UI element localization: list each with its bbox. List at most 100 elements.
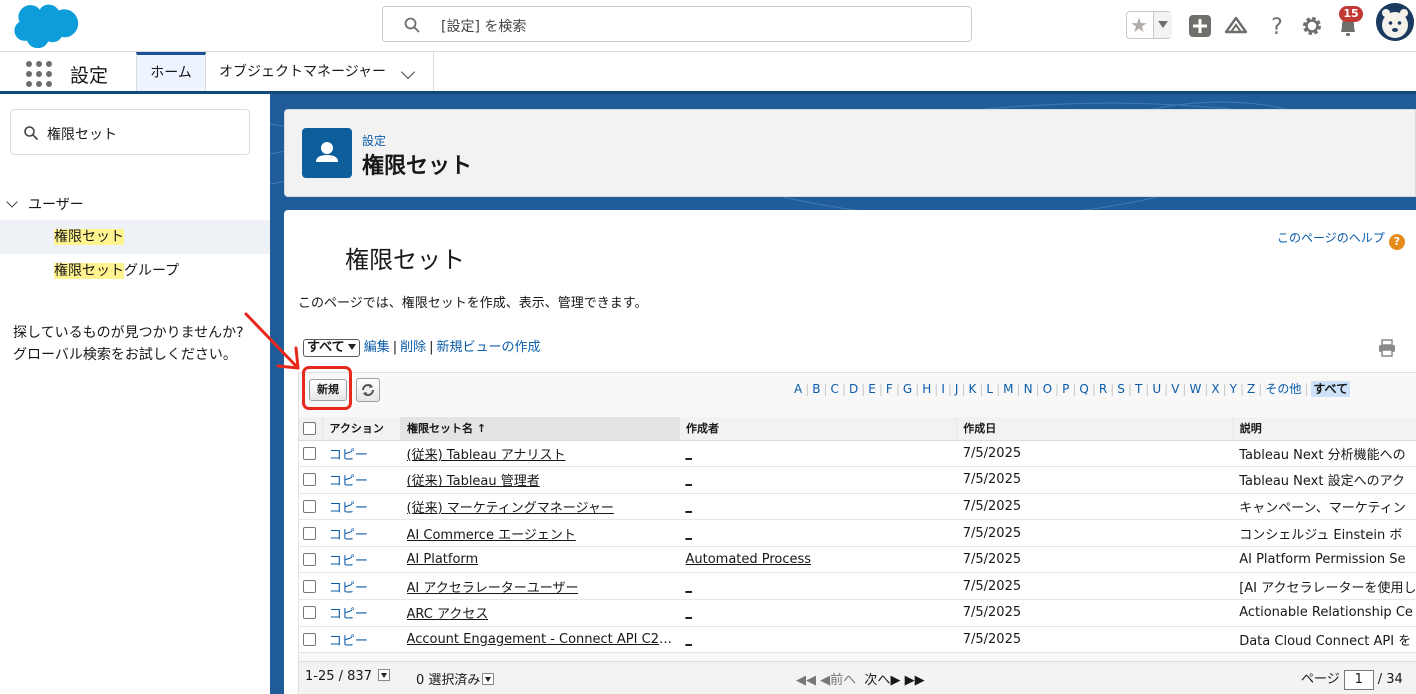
alpha-filter-item[interactable]: C — [831, 382, 839, 396]
alpha-filter-item[interactable]: M — [1003, 382, 1013, 396]
alpha-filter-item[interactable]: B — [812, 382, 820, 396]
copy-link[interactable]: コピー — [329, 581, 368, 596]
add-icon[interactable] — [1188, 14, 1212, 38]
refresh-button[interactable] — [356, 378, 380, 402]
created-by-link[interactable]: _ — [685, 605, 692, 620]
range-dropdown[interactable] — [378, 669, 391, 681]
alpha-filter-item[interactable]: L — [986, 382, 993, 396]
row-checkbox[interactable] — [303, 632, 316, 646]
alpha-filter-item[interactable]: W — [1189, 382, 1201, 396]
alpha-filter-item[interactable]: G — [903, 382, 912, 396]
alpha-filter-item[interactable]: N — [1024, 382, 1033, 396]
copy-link[interactable]: コピー — [329, 501, 368, 516]
next-page-link[interactable]: 次へ — [864, 673, 890, 688]
column-header-created-date[interactable]: 作成日 — [956, 417, 1234, 441]
permission-set-link[interactable]: (従来) Tableau アナリスト — [407, 444, 566, 463]
alpha-filter-item[interactable]: X — [1211, 382, 1219, 396]
row-checkbox[interactable] — [303, 606, 316, 620]
permission-set-link[interactable]: ARC アクセス — [407, 603, 489, 622]
row-checkbox[interactable] — [303, 499, 316, 513]
app-launcher-icon[interactable] — [26, 61, 52, 87]
table-row: コピー ARC アクセス _ 7/5/2025 Actionable Relations… — [299, 599, 1416, 627]
tab-object-manager[interactable]: オブジェクトマネージャー — [206, 52, 434, 91]
created-by-link[interactable]: _ — [685, 499, 692, 514]
copy-link[interactable]: コピー — [329, 448, 368, 463]
alpha-filter-item[interactable]: J — [955, 382, 959, 396]
tab-home[interactable]: ホーム — [136, 52, 206, 91]
salesforce-logo[interactable] — [12, 4, 78, 48]
tree-node-users[interactable]: ユーザー — [6, 194, 84, 214]
alpha-filter-item[interactable]: Y — [1230, 382, 1237, 396]
alpha-filter-item[interactable]: すべて — [1311, 381, 1351, 397]
alpha-filter-item[interactable]: E — [868, 382, 876, 396]
printer-icon[interactable] — [1377, 338, 1397, 358]
alpha-filter-item[interactable]: T — [1135, 382, 1142, 396]
created-by-link[interactable]: Automated Process — [685, 552, 811, 567]
sidebar-item-permission-set-groups[interactable]: 権限セットグループ — [0, 254, 270, 288]
row-checkbox[interactable] — [303, 553, 316, 567]
select-all-checkbox[interactable] — [303, 422, 316, 435]
column-header-name[interactable]: 権限セット名 ↑ — [400, 417, 680, 441]
created-by-link[interactable]: _ — [685, 632, 692, 647]
permission-set-link[interactable]: AI アクセラレーターユーザー — [407, 577, 579, 596]
selected-dropdown[interactable] — [482, 673, 495, 685]
alpha-filter-item[interactable]: H — [922, 382, 931, 396]
help-icon[interactable]: ? — [1265, 14, 1289, 38]
breadcrumb[interactable]: 設定 — [362, 132, 386, 149]
gear-icon[interactable] — [1300, 14, 1324, 38]
global-search-input[interactable]: [設定] を検索 — [382, 6, 972, 42]
page-help-link[interactable]: このページのヘルプ? — [1277, 229, 1405, 250]
copy-link[interactable]: コピー — [329, 528, 368, 543]
column-header-description[interactable]: 説明 — [1233, 417, 1416, 441]
delete-view-link[interactable]: 削除 — [400, 340, 426, 355]
edit-view-link[interactable]: 編集 — [364, 340, 390, 355]
alpha-filter-item[interactable]: A — [794, 382, 802, 396]
alpha-filter-item[interactable]: P — [1062, 382, 1069, 396]
alpha-filter-item[interactable]: その他 — [1265, 382, 1301, 396]
alpha-filter-item[interactable]: Q — [1079, 382, 1088, 396]
alpha-filter-item[interactable]: O — [1043, 382, 1052, 396]
permission-set-link[interactable]: (従来) マーケティングマネージャー — [407, 497, 614, 516]
sidebar-item-permission-sets[interactable]: 権限セット — [0, 220, 270, 254]
action-cell: コピー — [322, 572, 401, 601]
table-row: コピー AI アクセラレーターユーザー _ 7/5/2025 [AI アクセラレーターを… — [299, 572, 1416, 601]
chevron-down-icon[interactable] — [6, 196, 18, 208]
user-avatar[interactable] — [1376, 3, 1414, 41]
favorites-dropdown[interactable] — [1153, 12, 1172, 38]
row-checkbox[interactable] — [303, 579, 316, 593]
row-checkbox[interactable] — [303, 473, 316, 487]
alpha-filter-item[interactable]: F — [886, 382, 893, 396]
permission-set-link[interactable]: AI Commerce エージェント — [407, 524, 576, 543]
row-checkbox[interactable] — [303, 526, 316, 540]
alpha-filter-item[interactable]: V — [1171, 382, 1179, 396]
permission-set-link[interactable]: AI Platform — [407, 552, 479, 567]
alpha-filter-item[interactable]: R — [1099, 382, 1107, 396]
alpha-filter-item[interactable]: Z — [1247, 382, 1255, 396]
copy-link[interactable]: コピー — [329, 554, 368, 569]
view-select[interactable]: すべて — [303, 339, 360, 357]
permission-set-link[interactable]: Account Engagement - Connect API C2C… — [407, 632, 675, 647]
page-number-input[interactable]: 1 — [1343, 670, 1374, 690]
created-by-link[interactable]: _ — [685, 472, 692, 487]
alpha-filter-item[interactable]: U — [1152, 382, 1161, 396]
created-by-link[interactable]: _ — [685, 446, 692, 461]
last-page-icon[interactable]: ▶▶ — [905, 673, 925, 688]
create-view-link[interactable]: 新規ビューの作成 — [437, 340, 541, 355]
chevron-down-icon[interactable] — [400, 64, 416, 80]
favorites-button[interactable]: ★ — [1126, 11, 1172, 39]
row-checkbox[interactable] — [303, 446, 316, 460]
next-page-icon[interactable]: ▶ — [890, 673, 900, 688]
alpha-filter-item[interactable]: D — [849, 382, 858, 396]
column-header-created-by[interactable]: 作成者 — [679, 417, 958, 441]
created-by-link[interactable]: _ — [685, 579, 692, 594]
alpha-filter-item[interactable]: K — [969, 382, 977, 396]
trailhead-icon[interactable] — [1224, 14, 1248, 38]
created-by-link[interactable]: _ — [685, 526, 692, 541]
alpha-filter-item[interactable]: I — [941, 382, 945, 396]
copy-link[interactable]: コピー — [329, 474, 368, 489]
copy-link[interactable]: コピー — [329, 634, 368, 649]
copy-link[interactable]: コピー — [329, 607, 368, 622]
permission-set-link[interactable]: (従来) Tableau 管理者 — [407, 470, 540, 489]
alpha-filter-item[interactable]: S — [1117, 382, 1125, 396]
quick-find-input[interactable]: 権限セット — [10, 109, 250, 155]
